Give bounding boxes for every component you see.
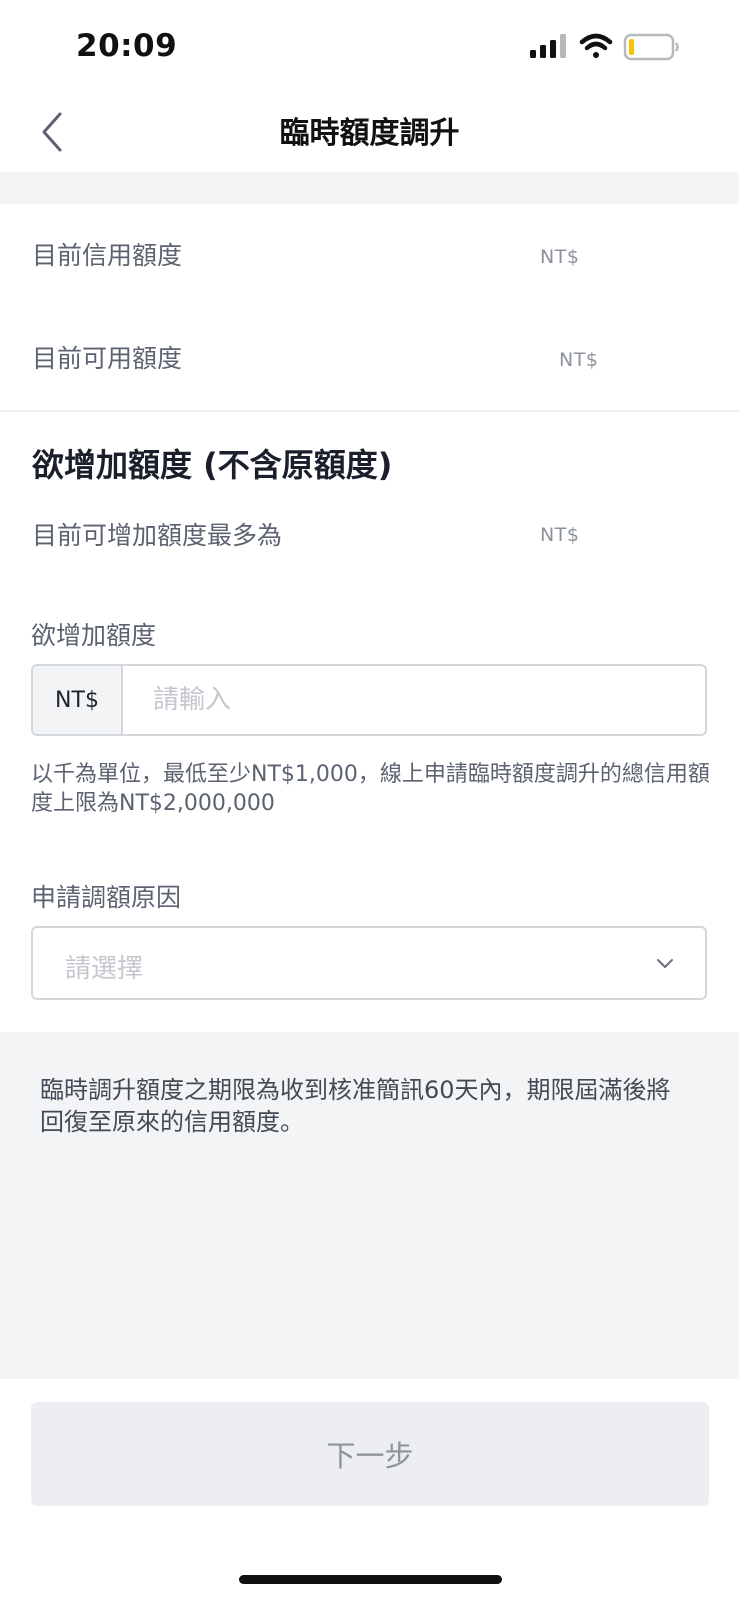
reason-label: 申請調額原因 xyxy=(31,883,182,912)
page-title: 臨時額度調升 xyxy=(279,116,460,151)
increase-section-title: 欲增加額度 (不含原額度) xyxy=(32,446,393,484)
home-indicator[interactable] xyxy=(239,1575,502,1584)
current-limit-value: NT$ xyxy=(540,246,580,268)
section-divider xyxy=(0,410,739,412)
available-limit-label: 目前可用額度 xyxy=(32,344,183,373)
amount-field: NT$ xyxy=(31,664,707,736)
notice-text: 臨時調升額度之期限為收到核准簡訊60天內，期限屆滿後將回復至原來的信用額度。 xyxy=(40,1076,671,1136)
wifi-icon xyxy=(579,33,613,58)
amount-input[interactable] xyxy=(123,666,705,734)
chevron-down-icon xyxy=(657,959,673,968)
status-bar-icons xyxy=(530,33,679,61)
next-step-button[interactable]: 下一步 xyxy=(31,1402,709,1506)
top-separator-band xyxy=(0,172,739,204)
max-increase-label: 目前可增加額度最多為 xyxy=(32,521,283,550)
reason-select[interactable]: 請選擇 xyxy=(31,926,707,1000)
cellular-signal-icon xyxy=(530,34,566,58)
battery-low-icon xyxy=(623,33,679,61)
available-limit-value: NT$ xyxy=(559,349,599,371)
current-limit-label: 目前信用額度 xyxy=(32,241,183,270)
amount-hint: 以千為單位，最低至少NT$1,000，線上申請臨時額度調升的總信用額度上限為NT… xyxy=(31,762,710,816)
amount-field-label: 欲增加額度 xyxy=(31,621,157,650)
currency-prefix: NT$ xyxy=(33,666,123,734)
max-increase-value: NT$ xyxy=(540,524,580,546)
reason-select-placeholder: 請選擇 xyxy=(65,954,144,984)
